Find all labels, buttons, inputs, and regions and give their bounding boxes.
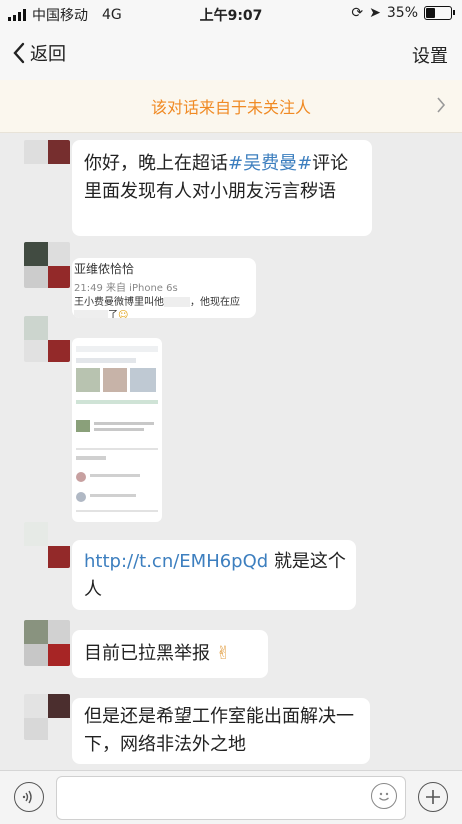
short-link[interactable]: http://t.cn/EMH6pQd — [84, 551, 268, 572]
message-bubble[interactable]: http://t.cn/EMH6pQd 就是这个人 — [72, 540, 356, 610]
back-button[interactable]: 返回 — [12, 40, 66, 66]
weibo-time-source: 21:49 来自 iPhone 6s — [74, 283, 178, 294]
rotation-lock-icon: ⟳ — [351, 5, 364, 21]
nav-bar: 返回 设置 — [0, 28, 462, 81]
avatar[interactable] — [24, 620, 70, 666]
image-message[interactable]: 亚维侬恰恰 21:49 来自 iPhone 6s 王小费曼微博里叫他 ，他现在应 … — [72, 258, 256, 318]
status-bar: 中国移动 4G 上午9:07 ⟳ ➤ 35% — [0, 0, 462, 28]
avatar[interactable] — [24, 140, 70, 186]
weibo-username: 亚维侬恰恰 — [74, 262, 135, 276]
emoji-button[interactable] — [371, 783, 397, 809]
message-text: 但是还是希望工作室能出面解决一下，网络非法外之地 — [84, 706, 354, 755]
chevron-left-icon — [13, 42, 25, 64]
voice-icon — [22, 790, 32, 804]
topic-tag[interactable]: #吴费曼# — [228, 153, 312, 174]
chevron-right-icon — [437, 97, 446, 113]
back-label: 返回 — [30, 44, 66, 65]
message-text: 你好，晚上在超话 — [84, 153, 228, 174]
weibo-text-2: 了☺ — [74, 306, 128, 318]
battery-percent: 35% — [386, 5, 418, 21]
settings-button[interactable]: 设置 — [412, 42, 448, 68]
message-bubble[interactable]: 但是还是希望工作室能出面解决一下，网络非法外之地 — [72, 698, 370, 764]
battery-icon — [424, 6, 455, 20]
message-bubble[interactable]: 目前已拉黑举报 ✌ — [72, 630, 268, 678]
avatar[interactable] — [24, 242, 70, 288]
plus-icon — [426, 790, 440, 804]
notice-text: 该对话来自于未关注人 — [150, 98, 311, 117]
avatar[interactable] — [24, 694, 70, 740]
emoji-icon: ☺ — [118, 310, 129, 318]
add-attachment-button[interactable] — [418, 782, 448, 812]
avatar[interactable] — [24, 522, 70, 568]
message-bubble[interactable]: 你好，晚上在超话#吴费曼#评论里面发现有人对小朋友污言秽语 — [72, 140, 372, 236]
location-icon: ➤ — [369, 5, 381, 21]
avatar[interactable] — [24, 316, 70, 362]
victory-hand-icon: ✌ — [215, 643, 231, 664]
voice-input-button[interactable] — [14, 782, 44, 812]
smiley-icon — [379, 792, 389, 801]
input-bar — [0, 770, 462, 824]
stranger-notice[interactable]: 该对话来自于未关注人 — [0, 80, 462, 133]
screenshot-image[interactable] — [72, 338, 162, 522]
message-input[interactable] — [56, 776, 406, 820]
message-text: 目前已拉黑举报 — [84, 643, 210, 664]
